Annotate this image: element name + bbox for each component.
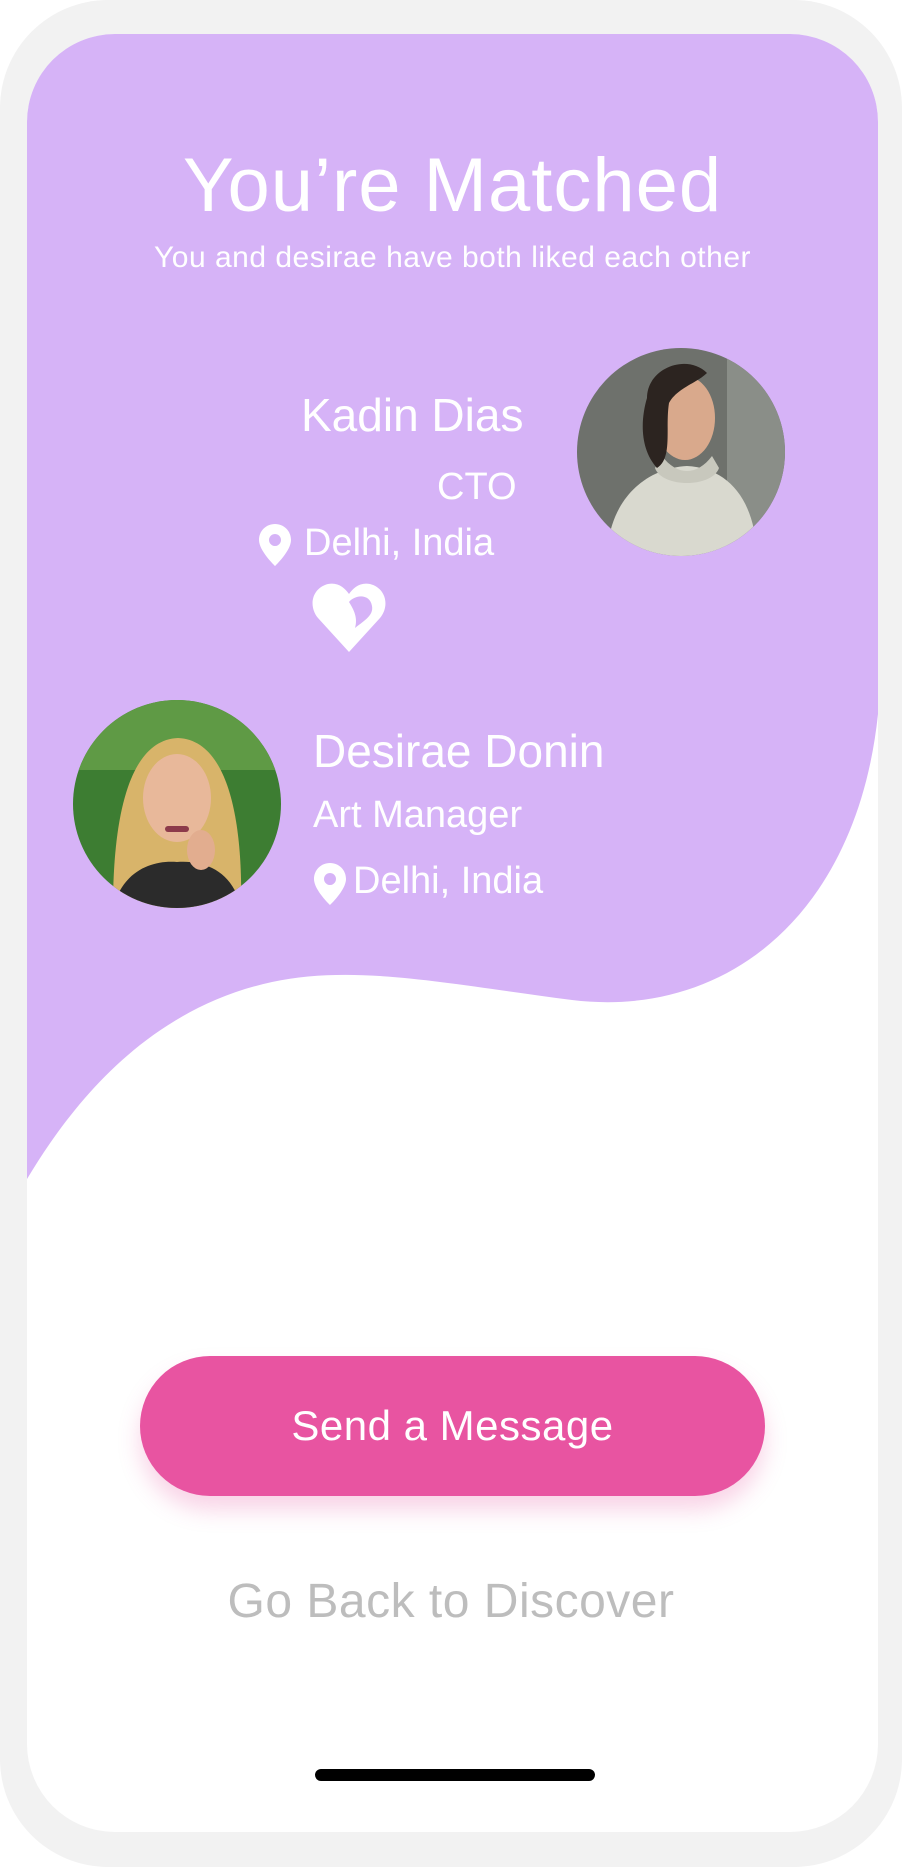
partner-location: Delhi, India (353, 860, 544, 902)
location-pin-icon (314, 863, 346, 905)
user-name: Kadin Dias (301, 389, 524, 441)
send-message-button[interactable]: Send a Message (140, 1356, 765, 1496)
heart-icon (312, 583, 386, 652)
user-avatar[interactable] (577, 348, 785, 556)
home-indicator[interactable] (315, 1769, 595, 1781)
go-back-to-discover-link[interactable]: Go Back to Discover (0, 1574, 902, 1629)
match-subtitle: You and desirae have both liked each oth… (154, 241, 751, 274)
page-title: You’re Matched (182, 143, 723, 228)
partner-role: Art Manager (313, 794, 523, 836)
user-role: CTO (437, 466, 517, 508)
partner-avatar[interactable] (73, 700, 281, 908)
match-screen: You’re Matched You and desirae have both… (27, 34, 878, 1832)
location-pin-icon (259, 524, 291, 566)
user-location: Delhi, India (304, 522, 495, 564)
partner-name: Desirae Donin (313, 725, 605, 777)
